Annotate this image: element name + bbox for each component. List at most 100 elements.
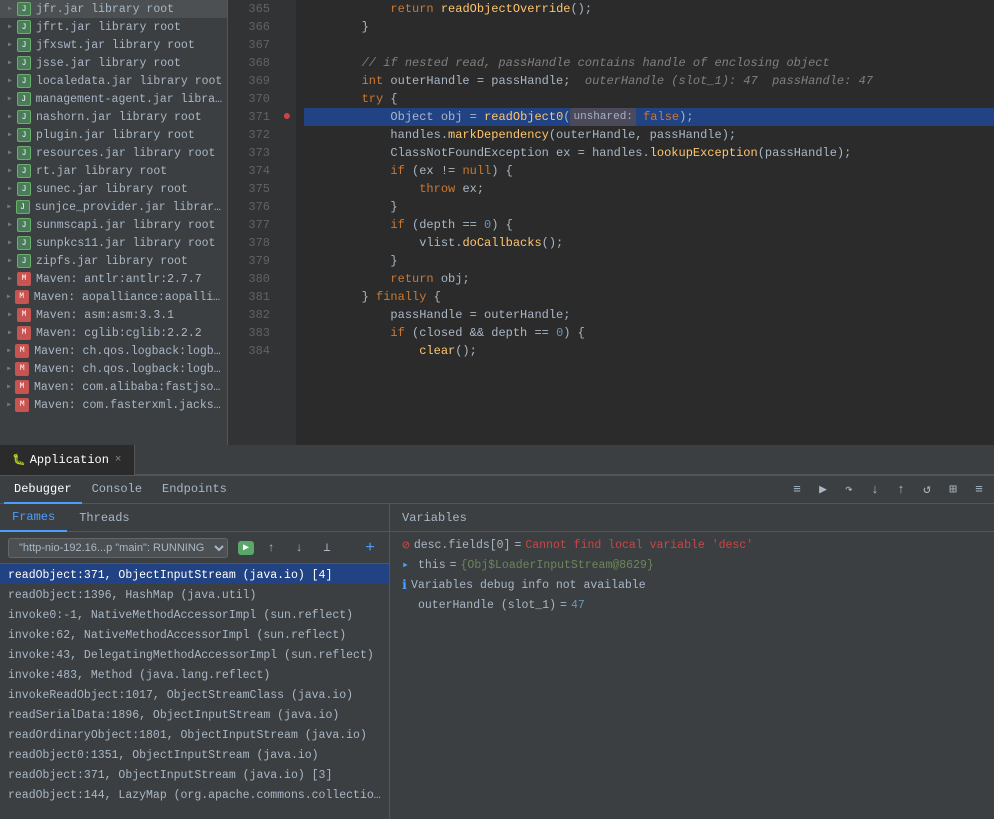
line-number: 367 [228,36,278,54]
line-numbers: 3653663673683693703713723733743753763773… [228,0,278,445]
sidebar-item-label: nashorn.jar library root [36,111,202,124]
filter-btn[interactable]: ⊥ [316,537,338,559]
toolbar-step-out-btn[interactable]: ↑ [890,479,912,501]
expand-arrow-icon: ▸ [4,111,16,123]
sidebar-item[interactable]: ▸Jresources.jar library root [0,144,227,162]
breakpoint-icon: ● [283,109,291,125]
sidebar-item-label: sunpkcs11.jar library root [36,237,215,250]
line-number: 382 [228,306,278,324]
threads-tab-label: Threads [79,511,129,525]
toolbar-evaluate-btn[interactable]: ⊞ [942,479,964,501]
thread-select[interactable]: "http-nio-192.16...p "main": RUNNING [8,538,228,558]
sidebar-item[interactable]: ▸Jnashorn.jar library root [0,108,227,126]
tab-close[interactable]: × [115,454,122,466]
tab-bar: 🐛 Application × [0,445,994,475]
sidebar-item-label: sunmscapi.jar library root [36,219,215,232]
sidebar-item[interactable]: ▸Jjfxswt.jar library root [0,36,227,54]
sidebar-item[interactable]: ▸Jlocaledata.jar library root [0,72,227,90]
frame-item[interactable]: readObject:144, LazyMap (org.apache.comm… [0,784,389,804]
var-eq: = [450,556,457,576]
add-btn[interactable]: + [359,537,381,559]
tab-debugger[interactable]: Debugger [4,476,82,504]
gutter-line [278,180,296,198]
application-tab[interactable]: 🐛 Application × [0,445,135,475]
var-eq: = [514,536,521,556]
sidebar-item[interactable]: ▸MMaven: cglib:cglib:2.2.2 [0,324,227,342]
sidebar-item[interactable]: ▸MMaven: antlr:antlr:2.7.7 [0,270,227,288]
expand-arrow-icon: ▸ [4,381,14,393]
frame-item[interactable]: readObject:371, ObjectInputStream (java.… [0,764,389,784]
var-eq: = [560,596,567,616]
frame-item[interactable]: invoke:43, DelegatingMethodAccessorImpl … [0,644,389,664]
sidebar-item-label: Maven: cglib:cglib:2.2.2 [36,327,202,340]
sidebar-item-label: rt.jar library root [36,165,167,178]
frame-item[interactable]: invoke0:-1, NativeMethodAccessorImpl (su… [0,604,389,624]
toolbar-resume-btn[interactable]: ▶ [812,479,834,501]
sidebar-item-label: localedata.jar library root [36,75,222,88]
code-line: if (closed && depth == 0) { [304,324,994,342]
jar-icon: J [16,145,32,161]
code-line: // if nested read, passHandle contains h… [304,54,994,72]
toolbar-run-to-cursor-btn[interactable]: ↺ [916,479,938,501]
panel-tab-threads[interactable]: Threads [67,504,141,532]
bug-icon: 🐛 [12,453,26,467]
sidebar-item[interactable]: ▸MMaven: ch.qos.logback:logback-co [0,360,227,378]
frame-item[interactable]: invoke:483, Method (java.lang.reflect) [0,664,389,684]
frame-item[interactable]: readSerialData:1896, ObjectInputStream (… [0,704,389,724]
line-number: 375 [228,180,278,198]
var-value: {Obj$LoaderInputStream@8629} [461,556,654,576]
line-number: 374 [228,162,278,180]
sidebar-item-label: Maven: asm:asm:3.3.1 [36,309,174,322]
expand-arrow-icon: ▸ [4,39,16,51]
sidebar-item[interactable]: ▸Jsunpkcs11.jar library root [0,234,227,252]
toolbar-menu-btn[interactable]: ≡ [786,479,808,501]
line-number: 377 [228,216,278,234]
sidebar-item[interactable]: ▸Jsunec.jar library root [0,180,227,198]
frames-tab-label: Frames [12,510,55,524]
gutter-line [278,252,296,270]
line-number: 373 [228,144,278,162]
sidebar-item[interactable]: ▸Jjsse.jar library root [0,54,227,72]
variable-item: outerHandle (slot_1) = 47 [390,596,994,616]
code-line: throw ex; [304,180,994,198]
code-line: if (depth == 0) { [304,216,994,234]
frames-list: readObject:371, ObjectInputStream (java.… [0,564,389,819]
gutter-line [278,342,296,360]
step-up-btn[interactable]: ↑ [260,537,282,559]
sidebar-item-label: jsse.jar library root [36,57,181,70]
sidebar-item[interactable]: ▸Jplugin.jar library root [0,126,227,144]
sidebar-item[interactable]: ▸Jzipfs.jar library root [0,252,227,270]
frame-item[interactable]: invokeReadObject:1017, ObjectStreamClass… [0,684,389,704]
toolbar-settings-btn[interactable]: ≡ [968,479,990,501]
sidebar-item[interactable]: ▸Jmanagement-agent.jar library [0,90,227,108]
sidebar-item[interactable]: ▸MMaven: aopalliance:aopalliance:1.0 [0,288,227,306]
sidebar-item[interactable]: ▸MMaven: com.fasterxml.jackson.cor [0,396,227,414]
frame-item[interactable]: readObject:371, ObjectInputStream (java.… [0,564,389,584]
sidebar-item[interactable]: ▸Jrt.jar library root [0,162,227,180]
sidebar-item[interactable]: ▸MMaven: com.alibaba:fastjson:1.2.4 [0,378,227,396]
tab-console[interactable]: Console [82,476,152,504]
debug-tab-bar: Debugger Console Endpoints ≡ ▶ ↷ ↓ ↑ ↺ ⊞… [0,476,994,504]
frame-item[interactable]: readObject:1396, HashMap (java.util) [0,584,389,604]
expand-arrow-icon: ▸ [4,399,14,411]
toolbar-step-over-btn[interactable]: ↷ [838,479,860,501]
sidebar-item-label: Maven: com.fasterxml.jackson.cor [34,399,223,412]
variable-item: ▸this = {Obj$LoaderInputStream@8629} [390,556,994,576]
sidebar-item[interactable]: ▸MMaven: asm:asm:3.3.1 [0,306,227,324]
sidebar-item-label: jfxswt.jar library root [36,39,195,52]
step-down-btn[interactable]: ↓ [288,537,310,559]
frame-item[interactable]: readOrdinaryObject:1801, ObjectInputStre… [0,724,389,744]
sidebar-item[interactable]: ▸Jsunmscapi.jar library root [0,216,227,234]
sidebar-item[interactable]: ▸Jsunjce_provider.jar library roo [0,198,227,216]
sidebar-item-label: Maven: aopalliance:aopalliance:1.0 [34,291,223,304]
sidebar-item[interactable]: ▸MMaven: ch.qos.logback:logback-cl [0,342,227,360]
sidebar-item[interactable]: ▸Jjfr.jar library root [0,0,227,18]
tab-endpoints[interactable]: Endpoints [152,476,237,504]
sidebar-item[interactable]: ▸Jjfrt.jar library root [0,18,227,36]
frame-item[interactable]: readObject0:1351, ObjectInputStream (jav… [0,744,389,764]
panel-tab-frames[interactable]: Frames [0,504,67,532]
var-value: Variables debug info not available [411,576,646,596]
toolbar-step-into-btn[interactable]: ↓ [864,479,886,501]
expand-icon[interactable]: ▸ [402,556,414,576]
frame-item[interactable]: invoke:62, NativeMethodAccessorImpl (sun… [0,624,389,644]
